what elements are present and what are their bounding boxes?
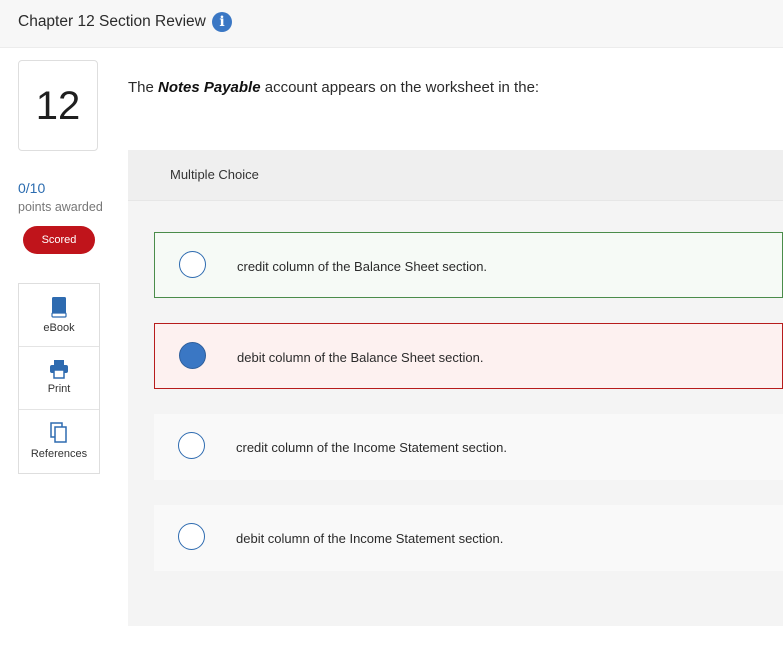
question-prefix: The [128, 79, 159, 96]
copy-icon [50, 422, 67, 443]
question-text: The Notes Payable account appears on the… [128, 79, 539, 96]
radio-button[interactable] [178, 523, 205, 550]
book-icon [51, 297, 67, 318]
answer-text: debit column of the Balance Sheet sectio… [237, 350, 484, 365]
print-label: Print [47, 383, 71, 395]
ebook-button[interactable]: eBook [19, 284, 99, 347]
multiple-choice-title: Multiple Choice [170, 167, 259, 182]
header-bar: Chapter 12 Section Review i [0, 0, 783, 48]
references-label: References [30, 448, 88, 460]
status-badge: Scored [23, 226, 95, 254]
answer-text: debit column of the Income Statement sec… [236, 531, 504, 546]
points-score: 0/10 [18, 180, 46, 196]
multiple-choice-header: Multiple Choice [128, 150, 783, 201]
radio-button-selected[interactable] [179, 342, 206, 369]
radio-button[interactable] [178, 432, 205, 459]
answer-text: credit column of the Balance Sheet secti… [237, 259, 488, 274]
question-number: 12 [18, 60, 98, 151]
question-emphasis: Notes Payable [158, 79, 261, 96]
page-title: Chapter 12 Section Review [18, 13, 206, 30]
tool-panel: eBook Print References [18, 283, 100, 474]
printer-icon [50, 360, 68, 379]
info-icon[interactable]: i [212, 12, 232, 32]
answer-option-1[interactable]: credit column of the Balance Sheet secti… [154, 232, 783, 298]
answer-text: credit column of the Income Statement se… [236, 440, 507, 455]
answer-option-2[interactable]: debit column of the Balance Sheet sectio… [154, 323, 783, 389]
question-suffix: account appears on the worksheet in the: [260, 79, 540, 96]
references-button[interactable]: References [19, 410, 99, 473]
points-label: points awarded [18, 200, 103, 214]
radio-button[interactable] [179, 251, 206, 278]
ebook-label: eBook [43, 322, 75, 334]
multiple-choice-panel: Multiple Choice credit column of the Bal… [128, 150, 783, 626]
answer-option-3[interactable]: credit column of the Income Statement se… [154, 414, 783, 480]
print-button[interactable]: Print [19, 347, 99, 410]
answer-option-4[interactable]: debit column of the Income Statement sec… [154, 505, 783, 571]
